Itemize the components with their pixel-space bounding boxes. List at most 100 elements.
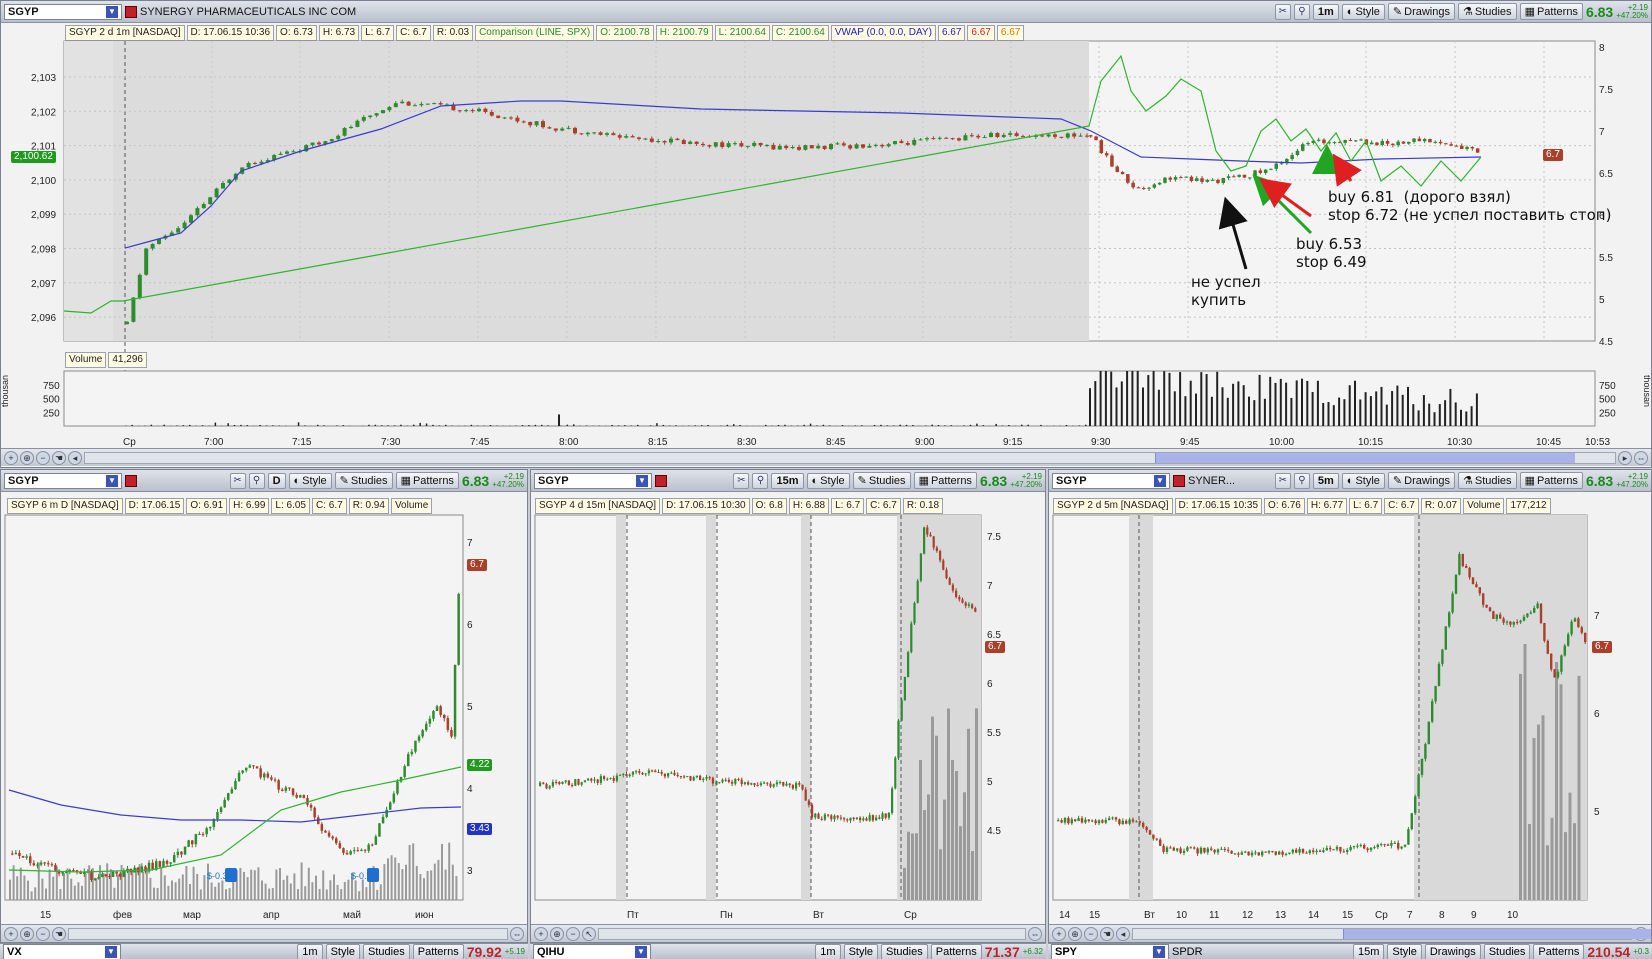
zoom-out-icon[interactable]: − [36,450,50,465]
timeframe-button[interactable]: 15m [771,472,804,489]
expand-icon[interactable]: ⇔ [510,926,524,941]
candle-body [827,814,830,816]
studies-button[interactable]: Studies [1483,944,1531,959]
style-button[interactable]: ◐ Style [288,472,332,489]
time-scrollbar[interactable] [1132,927,1651,940]
cursor-icon[interactable]: ↖ [582,926,596,941]
style-button[interactable]: ◐ Style [806,472,850,489]
patterns-button[interactable]: Patterns [1533,944,1585,959]
candle-body [903,677,906,701]
studies-button[interactable]: ⚗ Studies [1457,3,1517,20]
link-color-icon[interactable] [125,5,137,18]
volume-bar [264,883,267,900]
scroll-right-icon[interactable]: ▸ [1618,450,1632,465]
dropdown-icon[interactable]: ▼ [1154,474,1166,487]
link-icon[interactable]: ⚲ [752,472,769,489]
link-icon[interactable]: ⚲ [248,472,265,489]
timeframe-button[interactable]: 1m [1312,3,1339,20]
scroll-left-icon[interactable]: ◂ [1116,926,1130,941]
symbol-input[interactable]: SGYP ▼ [1052,472,1170,489]
zoom-in-icon[interactable]: + [534,926,548,941]
zoom-in-icon[interactable]: + [4,926,18,941]
zoom-fit-icon[interactable]: ⊕ [550,926,564,941]
patterns-button[interactable]: ▦ Patterns [1519,3,1583,20]
zoom-fit-icon[interactable]: ⊕ [20,450,34,465]
studies-button[interactable]: Studies [363,944,410,959]
time-scrollbar[interactable] [84,451,1616,464]
studies-button[interactable]: Studies [881,944,928,959]
style-button[interactable]: Style [843,944,879,959]
candle-body [227,793,230,800]
hand-icon[interactable]: ☚ [1100,926,1114,941]
intraday5-price-chart[interactable]: 7 6 5 14 15 Вт 10 11 12 13 14 15 Ср 7 8 9 10 [1049,470,1652,924]
tools-icon[interactable]: ✂ [1274,3,1291,20]
expand-icon[interactable]: ⇔ [1028,926,1042,941]
link-color-icon[interactable] [655,474,667,487]
symbol-input[interactable]: VX ▼ [3,944,121,959]
symbol-input[interactable]: SGYP ▼ [534,472,652,489]
zoom-out-icon[interactable]: − [566,926,580,941]
dropdown-icon[interactable]: ▼ [636,474,648,487]
drawings-button[interactable]: Drawings [1424,944,1481,959]
patterns-button[interactable]: ▦ Patterns [1519,472,1583,489]
zoom-in-icon[interactable]: + [1052,926,1066,941]
symbol-input[interactable]: QIHU ▼ [533,944,651,959]
candle-body [234,780,237,790]
hand-icon[interactable]: ☚ [52,926,66,941]
symbol-input[interactable]: SGYP ▼ [4,3,122,20]
style-button[interactable]: ◐ Style [1341,472,1385,489]
time-scrollbar[interactable] [68,927,508,940]
tools-icon[interactable]: ✂ [733,472,750,489]
tools-icon[interactable]: ✂ [229,472,246,489]
dropdown-icon[interactable]: ▼ [106,5,118,18]
symbol-input[interactable]: SPY ▼ [1051,944,1169,959]
timeframe-button[interactable]: 5m [1312,472,1339,489]
zoom-fit-icon[interactable]: ⊕ [1068,926,1082,941]
intraday15-price-chart[interactable]: 7.5 7 6.5 6 5.5 5 4.5 Пт Пн Вт Ср [531,470,1046,924]
daily-price-chart[interactable]: 7 6 5 4 3 15 фев мар апр май июн [1,470,528,924]
expand-icon[interactable]: ⇔ [1634,450,1648,465]
symbol-input[interactable]: SGYP ▼ [4,472,122,489]
candle-body [144,248,149,275]
x-tick-label: 10:00 [1269,437,1294,448]
patterns-button[interactable]: Patterns [930,944,982,959]
drawings-button[interactable]: ✎ Drawings [1387,3,1455,20]
candle-body [727,779,730,782]
dropdown-icon[interactable]: ▼ [635,945,647,958]
link-icon[interactable]: ⚲ [1293,3,1310,20]
dropdown-icon[interactable]: ▼ [105,945,117,958]
time-scrollbar[interactable] [598,927,1026,940]
link-color-icon[interactable] [1173,474,1185,487]
candle-body [1536,603,1539,609]
timeframe-button[interactable]: 1m [815,944,841,959]
zoom-fit-icon[interactable]: ⊕ [20,926,34,941]
candle-body [989,132,993,138]
patterns-button[interactable]: ▦ Patterns [913,472,977,489]
scroll-left-icon[interactable]: ◂ [68,450,82,465]
style-button[interactable]: ◐ Style [1341,3,1385,20]
studies-button[interactable]: ✎ Studies [334,472,393,489]
candle-body [336,135,341,140]
link-icon[interactable]: ⚲ [1293,472,1310,489]
tools-icon[interactable]: ✂ [1274,472,1291,489]
style-button[interactable]: Style [325,944,361,959]
drawings-button[interactable]: ✎ Drawings [1387,472,1455,489]
patterns-button[interactable]: ▦ Patterns [395,472,459,489]
timeframe-button[interactable]: D [267,472,286,489]
link-color-icon[interactable] [125,474,137,487]
main-price-chart[interactable]: 2,1032,1022,1012,1002,0992,0982,0972,096… [1,1,1652,451]
candle-body [823,814,826,820]
zoom-in-icon[interactable]: + [4,450,18,465]
studies-button[interactable]: ✎ Studies [852,472,911,489]
zoom-out-icon[interactable]: − [36,926,50,941]
studies-button[interactable]: ⚗ Studies [1457,472,1517,489]
zoom-out-icon[interactable]: − [1084,926,1098,941]
dropdown-icon[interactable]: ▼ [1153,945,1165,958]
patterns-button[interactable]: Patterns [412,944,464,959]
volume-bar [617,425,620,426]
hand-icon[interactable]: ☚ [52,450,66,465]
timeframe-button[interactable]: 1m [297,944,323,959]
style-button[interactable]: Style [1387,944,1422,959]
dropdown-icon[interactable]: ▼ [106,474,118,487]
timeframe-button[interactable]: 15m [1352,944,1385,959]
